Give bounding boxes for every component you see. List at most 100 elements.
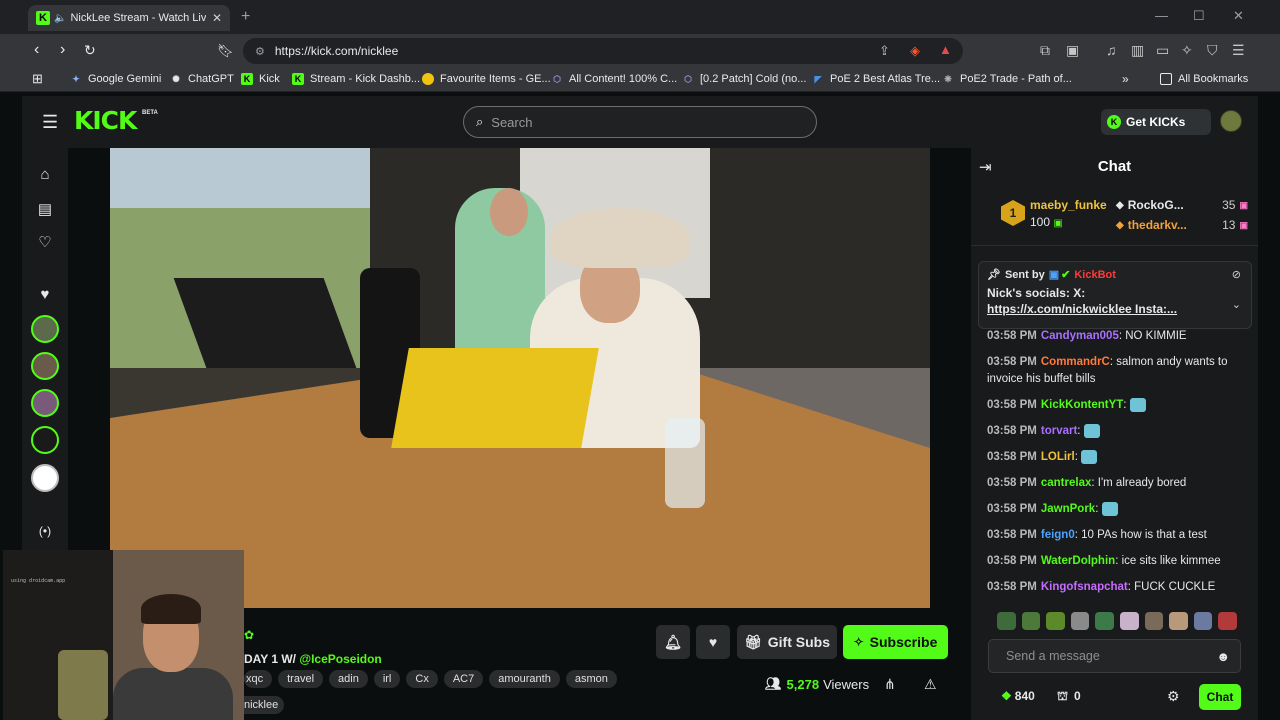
live-broadcast-icon[interactable]: (•)	[36, 524, 54, 538]
bookmark-item[interactable]: ⬡ [0.2 Patch] Cold (no...	[682, 73, 806, 85]
maximize-icon[interactable]: ☐	[1193, 8, 1205, 24]
apps-grid-icon[interactable]: ⊞	[32, 71, 43, 87]
channel-points[interactable]: ❖ 840	[1001, 689, 1035, 703]
bookmark-item[interactable]: K Kick	[241, 73, 280, 85]
chat-send-button[interactable]: Chat	[1199, 684, 1241, 710]
message-username[interactable]: WaterDolphin	[1041, 555, 1115, 567]
media-icon[interactable]: ♫	[1106, 42, 1117, 58]
emote[interactable]	[1119, 612, 1139, 630]
hide-pin-icon[interactable]: ⊘	[1232, 268, 1241, 281]
tag[interactable]: AC7	[443, 670, 484, 688]
emote[interactable]	[1070, 612, 1090, 630]
bookmark-item[interactable]: ◤ PoE 2 Best Atlas Tre...	[812, 73, 941, 85]
bookmark-item[interactable]: ⬡ All Content! 100% C...	[551, 73, 677, 85]
bookmark-item[interactable]: ✺ ChatGPT	[170, 73, 234, 85]
message-username[interactable]: CommandrC	[1041, 356, 1110, 368]
leaderboard-top-name[interactable]: maeby_funke	[1030, 198, 1107, 212]
bookmark-icon[interactable]: 🔖︎	[217, 43, 234, 59]
gift-subs-button[interactable]: 🎁︎ Gift Subs	[737, 625, 837, 659]
video-player[interactable]	[110, 148, 930, 608]
message-username[interactable]: Kingofsnapchat	[1041, 581, 1128, 593]
emoji-picker-icon[interactable]: ☻	[1216, 649, 1230, 664]
emote[interactable]	[1021, 612, 1041, 630]
followed-channel-avatar[interactable]	[31, 464, 59, 492]
tag[interactable]: irl	[373, 670, 401, 688]
emote[interactable]	[1169, 612, 1188, 630]
expand-pin-icon[interactable]: ⌄	[1232, 298, 1241, 311]
follow-button[interactable]: ♥	[696, 625, 730, 659]
emote[interactable]	[1144, 612, 1164, 630]
brave-rewards-icon[interactable]: ▲	[939, 42, 952, 57]
browser-tab[interactable]: K 🔈 NickLee Stream - Watch Live ✕	[28, 5, 230, 31]
tag[interactable]: asmon	[565, 670, 617, 688]
site-info-icon[interactable]: ⚙	[255, 45, 265, 58]
extensions-icon[interactable]: ⧉	[1040, 42, 1050, 59]
back-icon[interactable]: ‹	[34, 41, 39, 59]
tag[interactable]: adin	[329, 670, 368, 688]
message-username[interactable]: cantrelax	[1041, 477, 1092, 489]
following-icon[interactable]: ♡	[36, 233, 54, 251]
brave-shield-icon[interactable]: ◈	[910, 43, 920, 59]
wallet-icon[interactable]: ▭	[1156, 42, 1169, 59]
emote[interactable]	[1095, 612, 1114, 630]
emote[interactable]	[1193, 612, 1213, 630]
minimize-icon[interactable]: —	[1155, 8, 1168, 23]
new-tab-icon[interactable]: +	[241, 8, 250, 26]
message-username[interactable]: KickKontentYT	[1041, 399, 1123, 411]
leaderboard-row[interactable]: ◆ thedarkv... 13 ▣	[1116, 218, 1248, 232]
subscribe-button[interactable]: ✧ Subscribe	[843, 625, 948, 659]
bookmark-item[interactable]: K Stream - Kick Dashb...	[292, 73, 420, 85]
close-window-icon[interactable]: ✕	[1233, 8, 1244, 24]
followed-channel-avatar[interactable]	[31, 352, 59, 380]
followed-channel-avatar[interactable]	[31, 389, 59, 417]
menu-icon[interactable]: ☰	[1232, 42, 1245, 59]
message-username[interactable]: JawnPork	[1041, 503, 1095, 515]
message-username[interactable]: torvart	[1041, 425, 1077, 437]
bookmark-item[interactable]: Favourite Items - GE...	[422, 73, 551, 85]
tag[interactable]: amouranth	[489, 670, 560, 688]
address-bar[interactable]: ⚙ https://kick.com/nicklee ⇪ ◈ ▲	[243, 38, 963, 64]
speaker-icon[interactable]: 🔈	[54, 13, 66, 24]
emote[interactable]	[1218, 612, 1237, 630]
chat-settings-icon[interactable]: ⚙	[1167, 688, 1180, 705]
leo-ai-icon[interactable]: ✧	[1181, 42, 1193, 59]
report-icon[interactable]: ⚠	[924, 676, 937, 693]
browse-icon[interactable]: ▤	[36, 200, 54, 218]
hamburger-menu-icon[interactable]: ☰	[42, 112, 58, 133]
close-tab-icon[interactable]: ✕	[212, 11, 222, 25]
search-input[interactable]: ⌕ Search	[463, 106, 817, 138]
more-bookmarks-icon[interactable]: »	[1122, 72, 1129, 86]
all-bookmarks[interactable]: All Bookmarks	[1160, 73, 1248, 85]
vpn-icon[interactable]: ⛉	[1207, 42, 1218, 59]
channel-name-tag[interactable]: nicklee	[244, 696, 285, 714]
tag[interactable]: xqc	[244, 670, 273, 688]
pinned-link[interactable]: https://x.com/nickwicklee Insta:...	[987, 301, 1243, 317]
sidebar-icon[interactable]: ▥	[1131, 42, 1144, 59]
emote[interactable]	[1046, 612, 1065, 630]
reload-icon[interactable]: ↻	[84, 42, 96, 59]
tag[interactable]: Cx	[406, 670, 438, 688]
user-avatar[interactable]	[1220, 110, 1242, 132]
kick-logo[interactable]: KICK	[74, 106, 137, 135]
followed-channel-avatar[interactable]	[31, 426, 59, 454]
message-username[interactable]: Candyman005	[1041, 330, 1119, 342]
chat-message-input[interactable]: Send a message ☻	[988, 639, 1241, 673]
followed-channel-avatar[interactable]	[31, 315, 59, 343]
bookmark-item[interactable]: ❋ PoE2 Trade - Path of...	[942, 73, 1072, 85]
reader-icon[interactable]: ▣	[1066, 42, 1079, 59]
tag[interactable]: travel	[278, 670, 324, 688]
get-kicks-button[interactable]: K Get KICKs	[1101, 109, 1211, 135]
notification-bell-button[interactable]: 🔔︎	[656, 625, 690, 659]
share-page-icon[interactable]: ⇪	[879, 43, 890, 59]
forward-icon[interactable]: ›	[60, 41, 65, 59]
share-icon[interactable]: ⋔	[884, 676, 896, 693]
emote[interactable]	[997, 612, 1016, 630]
home-icon[interactable]: ⌂	[36, 166, 54, 183]
message-username[interactable]: LOLirl	[1041, 451, 1075, 463]
bookmark-item[interactable]: ✦ Google Gemini	[70, 73, 161, 85]
stream-title-handle[interactable]: @IcePoseidon	[299, 652, 381, 666]
leaderboard-row[interactable]: ◆ RockoG... 35 ▣	[1116, 198, 1248, 212]
drops-count[interactable]: ⛫ 0	[1057, 689, 1081, 705]
pinned-message[interactable]: 📌︎ Sent by ▣ ✔ KickBot Nick's socials: X…	[978, 261, 1252, 329]
message-username[interactable]: feign0	[1041, 529, 1075, 541]
